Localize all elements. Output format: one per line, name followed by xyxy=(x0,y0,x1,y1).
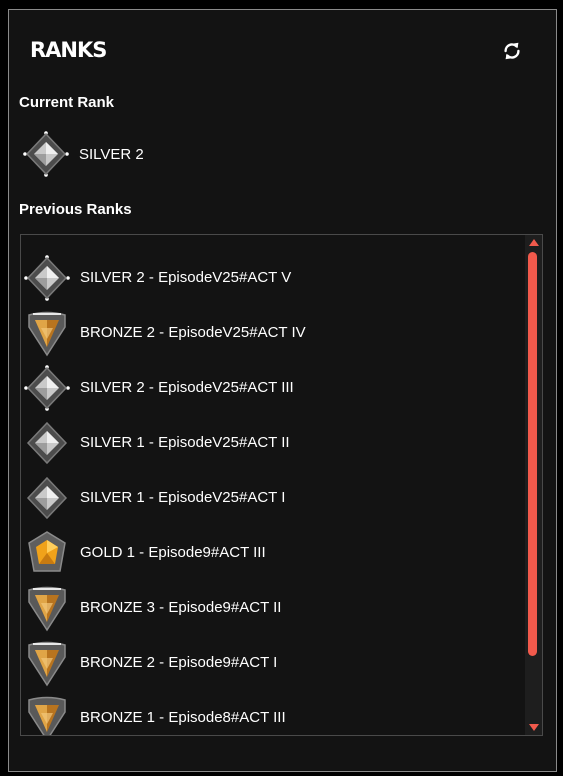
silver-rank-icon xyxy=(24,474,70,522)
rank-list-item-text: SILVER 1 - EpisodeV25#ACT II xyxy=(80,434,290,451)
current-rank-label: Current Rank xyxy=(19,94,115,111)
rank-list-item[interactable]: SILVER 1 - EpisodeV25#ACT I xyxy=(21,470,521,525)
silver-rank-icon xyxy=(24,364,70,412)
previous-ranks-label: Previous Ranks xyxy=(19,201,132,218)
scrollbar-thumb[interactable] xyxy=(528,252,537,656)
silver-rank-icon xyxy=(24,254,70,302)
bronze-rank-icon xyxy=(24,584,70,632)
rank-list-item-text: BRONZE 1 - Episode8#ACT III xyxy=(80,709,286,726)
ranks-title: RANKS xyxy=(30,38,107,62)
ranks-panel: RANKS Current Rank SILVER 2 Previous Ran… xyxy=(8,9,557,772)
previous-ranks-items: SILVER 2 - EpisodeV25#ACT V BRONZE 2 - Ep… xyxy=(21,250,521,735)
rank-list-item[interactable]: SILVER 2 - EpisodeV25#ACT V xyxy=(21,250,521,305)
current-rank-row: SILVER 2 xyxy=(23,130,536,178)
scrollbar[interactable] xyxy=(525,235,542,735)
bronze-rank-icon xyxy=(24,309,70,357)
rank-list-item[interactable]: BRONZE 3 - Episode9#ACT II xyxy=(21,580,521,635)
rank-list-item[interactable]: GOLD 1 - Episode9#ACT III xyxy=(21,525,521,580)
rank-list-item-text: BRONZE 2 - EpisodeV25#ACT IV xyxy=(80,324,306,341)
scroll-up-arrow-icon[interactable] xyxy=(529,239,539,246)
rank-list-item-text: BRONZE 2 - Episode9#ACT I xyxy=(80,654,278,671)
rank-list-item[interactable]: BRONZE 2 - EpisodeV25#ACT IV xyxy=(21,305,521,360)
gold-rank-icon xyxy=(24,529,70,577)
rank-list-item[interactable]: BRONZE 2 - Episode9#ACT I xyxy=(21,635,521,690)
rank-list-item-text: GOLD 1 - Episode9#ACT III xyxy=(80,544,266,561)
previous-ranks-list[interactable]: SILVER 2 - EpisodeV25#ACT V BRONZE 2 - Ep… xyxy=(20,234,543,736)
bronze-rank-icon xyxy=(24,639,70,687)
rank-list-item[interactable]: SILVER 1 - EpisodeV25#ACT II xyxy=(21,415,521,470)
rank-list-item-text: SILVER 2 - EpisodeV25#ACT III xyxy=(80,379,294,396)
rank-list-item-text: SILVER 1 - EpisodeV25#ACT I xyxy=(80,489,286,506)
scroll-down-arrow-icon[interactable] xyxy=(529,724,539,731)
rank-list-item-text: BRONZE 3 - Episode9#ACT II xyxy=(80,599,282,616)
refresh-icon[interactable] xyxy=(501,40,523,62)
bronze-rank-icon xyxy=(24,694,70,735)
silver-rank-icon xyxy=(24,419,70,467)
current-rank-text: SILVER 2 xyxy=(79,145,144,163)
rank-list-item[interactable]: BRONZE 1 - Episode8#ACT III xyxy=(21,690,521,735)
rank-list-item-text: SILVER 2 - EpisodeV25#ACT V xyxy=(80,269,292,286)
silver-rank-icon xyxy=(23,130,69,178)
rank-list-item[interactable]: SILVER 2 - EpisodeV25#ACT III xyxy=(21,360,521,415)
